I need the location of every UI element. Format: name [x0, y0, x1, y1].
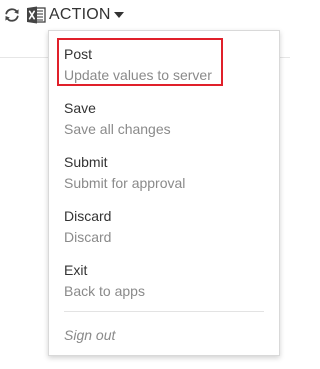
menu-item-title: Submit: [64, 154, 108, 170]
app-root: ACTION Post Update values to server Save…: [0, 0, 290, 369]
menu-item-title: Post: [64, 46, 93, 62]
menu-divider: [64, 311, 264, 312]
menu-item-description: Save all changes: [64, 121, 171, 137]
action-dropdown-button[interactable]: ACTION: [49, 4, 124, 26]
action-label: ACTION: [49, 6, 111, 23]
toolbar: ACTION: [0, 0, 290, 30]
menu-item-exit[interactable]: Exit Back to apps: [49, 261, 279, 307]
refresh-icon[interactable]: [3, 6, 21, 24]
menu-item-description: Update values to server: [64, 67, 212, 83]
menu-item-submit[interactable]: Submit Submit for approval: [49, 153, 279, 199]
sign-out-link[interactable]: Sign out: [64, 326, 115, 344]
menu-item-description: Back to apps: [64, 283, 145, 299]
excel-icon[interactable]: [26, 5, 46, 25]
menu-item-save[interactable]: Save Save all changes: [49, 99, 279, 145]
menu-item-description: Discard: [64, 229, 112, 245]
caret-down-icon: [113, 12, 124, 18]
menu-item-description: Submit for approval: [64, 175, 186, 191]
menu-item-title: Discard: [64, 208, 112, 224]
action-menu: Post Update values to server Save Save a…: [48, 30, 280, 356]
menu-item-title: Exit: [64, 262, 88, 278]
menu-item-post[interactable]: Post Update values to server: [49, 45, 279, 91]
menu-item-title: Save: [64, 100, 96, 116]
menu-item-discard[interactable]: Discard Discard: [49, 207, 279, 253]
